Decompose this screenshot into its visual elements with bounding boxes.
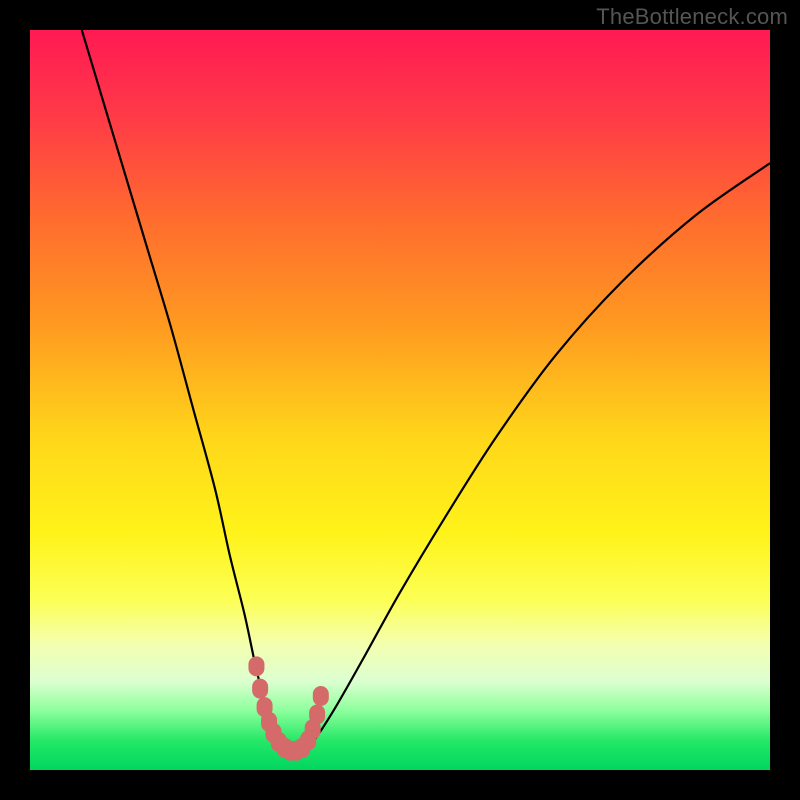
- marker-dot: [252, 679, 268, 699]
- chart-plot-area: [30, 30, 770, 770]
- highlight-markers: [30, 30, 770, 770]
- marker-dot: [313, 686, 329, 706]
- marker-dot: [309, 705, 325, 725]
- marker-group: [248, 656, 328, 760]
- watermark-text: TheBottleneck.com: [596, 4, 788, 30]
- marker-dot: [248, 656, 264, 676]
